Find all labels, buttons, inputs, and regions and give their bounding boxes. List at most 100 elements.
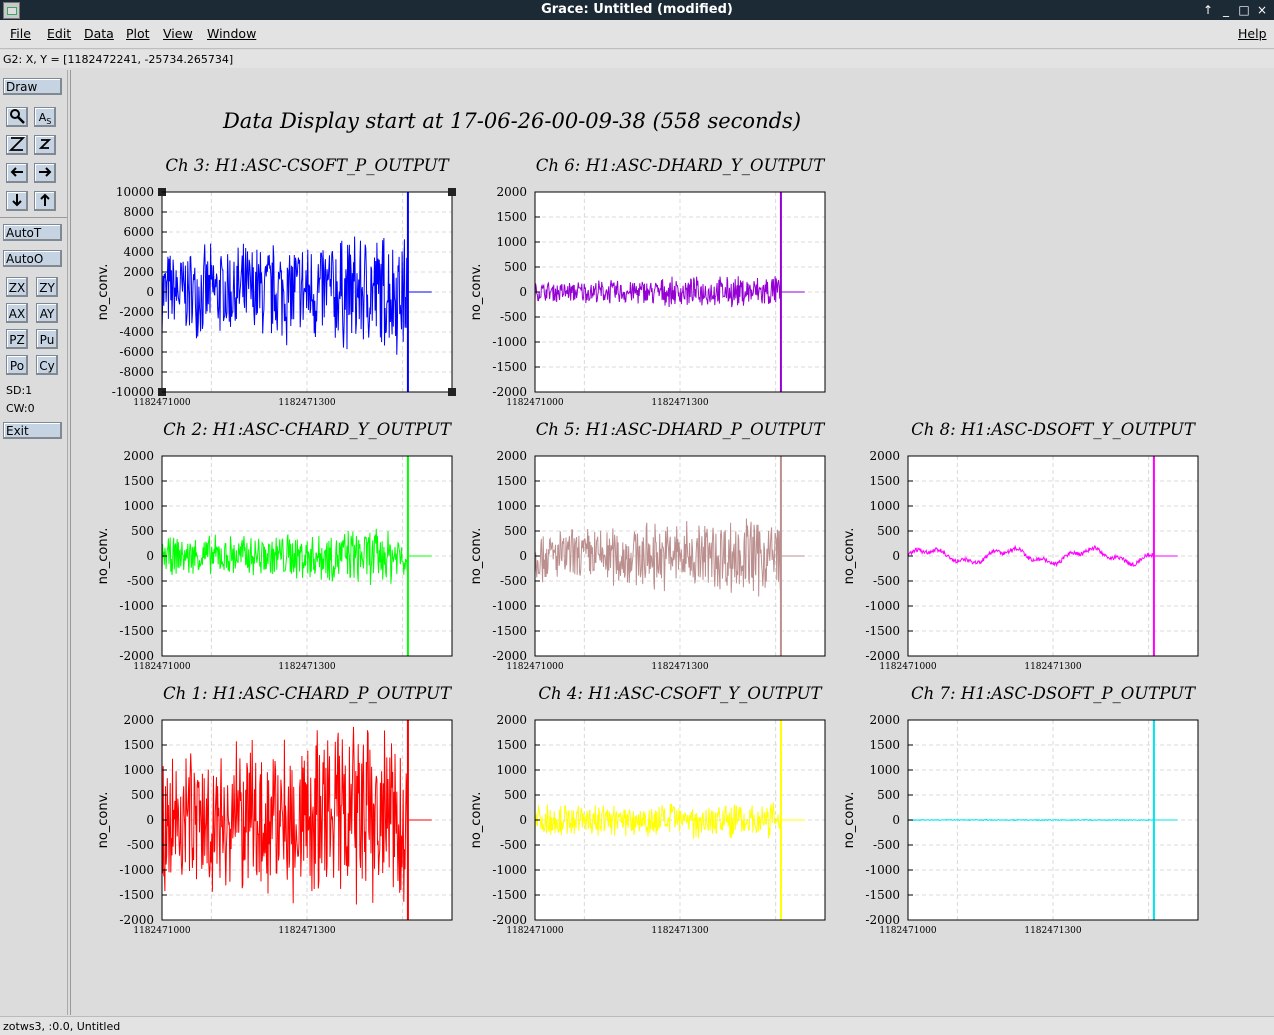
tool-panel: Draw AS AutoT AutoO ZX ZY AX AY PZ Pu Po… [0,70,68,1015]
y-tick-label: -2000 [492,385,527,399]
exit-button[interactable]: Exit [3,422,62,439]
zoom-out-icon[interactable] [34,135,56,155]
y-tick-label: -1500 [865,624,900,638]
zx-button[interactable]: ZX [6,277,28,297]
ax-button[interactable]: AX [6,303,28,323]
y-tick-label: 500 [131,524,154,538]
x-tick-label: 1182471300 [651,926,709,936]
y-tick-label: 2000 [123,713,154,727]
y-tick-label: -500 [873,838,900,852]
y-tick-label: -1000 [492,863,527,877]
x-tick-label: 1182471000 [133,662,191,672]
x-tick-label: 1182471000 [506,398,564,408]
y-tick-label: 1000 [869,499,900,513]
pu-button[interactable]: Pu [36,329,58,349]
menu-data[interactable]: Data [84,26,114,41]
y-tick-label: 500 [877,524,900,538]
y-tick-label: 2000 [496,185,527,199]
y-axis-label: no_conv. [842,528,857,585]
y-tick-label: 0 [519,285,527,299]
coordinate-readout: G2: X, Y = [1182472241, -25734.265734] [0,50,1274,68]
y-tick-label: -500 [873,574,900,588]
menu-window[interactable]: Window [207,26,256,41]
sd-label: SD:1 [6,384,33,397]
y-tick-label: -1000 [119,599,154,613]
raise-icon[interactable]: ↑ [1200,2,1216,18]
y-tick-label: -2000 [865,649,900,663]
y-tick-label: -2000 [119,913,154,927]
y-tick-label: -2000 [119,305,154,319]
autot-button[interactable]: AutoT [3,224,62,241]
y-tick-label: -500 [500,838,527,852]
y-tick-label: 1000 [496,763,527,777]
po-button[interactable]: Po [6,355,28,375]
pz-button[interactable]: PZ [6,329,28,349]
y-tick-label: 0 [146,813,154,827]
menu-view[interactable]: View [163,26,193,41]
y-tick-label: -1000 [865,863,900,877]
y-tick-label: 500 [504,260,527,274]
autoo-button[interactable]: AutoO [3,250,62,267]
zoom-icon[interactable] [6,107,28,127]
ay-button[interactable]: AY [36,303,58,323]
y-tick-label: -2000 [119,649,154,663]
y-tick-label: -6000 [119,345,154,359]
scroll-left-icon[interactable] [6,163,28,183]
y-tick-label: -500 [127,574,154,588]
y-tick-label: 0 [519,813,527,827]
x-tick-label: 1182471000 [879,662,937,672]
menu-file[interactable]: File [10,26,31,41]
scroll-right-icon[interactable] [34,163,56,183]
y-axis-label: no_conv. [842,792,857,849]
y-tick-label: 1500 [496,738,527,752]
plot-canvas[interactable]: Data Display start at 17-06-26-00-09-38 … [78,76,1246,982]
x-tick-label: 1182471300 [1024,926,1082,936]
y-tick-label: 500 [131,788,154,802]
y-tick-label: -500 [500,310,527,324]
chart-title: Ch 1: H1:ASC-CHARD_P_OUTPUT [163,684,453,703]
y-tick-label: 10000 [116,185,154,199]
y-axis-label: no_conv. [469,528,484,585]
y-tick-label: 2000 [869,713,900,727]
y-tick-label: 1000 [869,763,900,777]
menu-help[interactable]: Help [1238,26,1267,41]
draw-button[interactable]: Draw [3,78,62,95]
x-tick-label: 1182471000 [133,926,191,936]
y-tick-label: -1000 [492,335,527,349]
y-tick-label: 1500 [123,474,154,488]
selection-handle[interactable] [448,388,456,396]
y-tick-label: -10000 [112,385,154,399]
zoom-in-icon[interactable] [6,135,28,155]
y-tick-label: 500 [504,788,527,802]
chart-title: Ch 5: H1:ASC-DHARD_P_OUTPUT [536,420,827,439]
window-title: Grace: Untitled (modified) [541,2,733,17]
x-tick-label: 1182471300 [278,662,336,672]
y-tick-label: 2000 [496,713,527,727]
selection-handle[interactable] [448,188,456,196]
menu-plot[interactable]: Plot [126,26,150,41]
cy-button[interactable]: Cy [36,355,58,375]
close-icon[interactable]: × [1254,2,1270,18]
coordinate-text: G2: X, Y = [1182472241, -25734.265734] [3,53,234,66]
y-tick-label: -1000 [865,599,900,613]
title-bar: Grace: Untitled (modified) ↑ _ □ × [0,0,1274,20]
y-tick-label: 2000 [123,449,154,463]
minimize-icon[interactable]: _ [1218,2,1234,18]
cw-label: CW:0 [6,402,35,415]
scroll-down-icon[interactable] [6,191,28,211]
y-axis-label: no_conv. [96,264,111,321]
y-tick-label: -1500 [492,888,527,902]
y-tick-label: 0 [892,813,900,827]
x-tick-label: 1182471000 [133,398,191,408]
menu-edit[interactable]: Edit [47,26,71,41]
autoscale-text-icon[interactable]: AS [34,107,56,127]
maximize-icon[interactable]: □ [1236,2,1252,18]
y-tick-label: 1500 [123,738,154,752]
chart-title: Ch 2: H1:ASC-CHARD_Y_OUTPUT [163,420,453,439]
y-tick-label: -500 [127,838,154,852]
zy-button[interactable]: ZY [36,277,58,297]
x-tick-label: 1182471300 [651,398,709,408]
y-tick-label: -1500 [865,888,900,902]
scroll-up-icon[interactable] [34,191,56,211]
y-tick-label: 500 [504,524,527,538]
